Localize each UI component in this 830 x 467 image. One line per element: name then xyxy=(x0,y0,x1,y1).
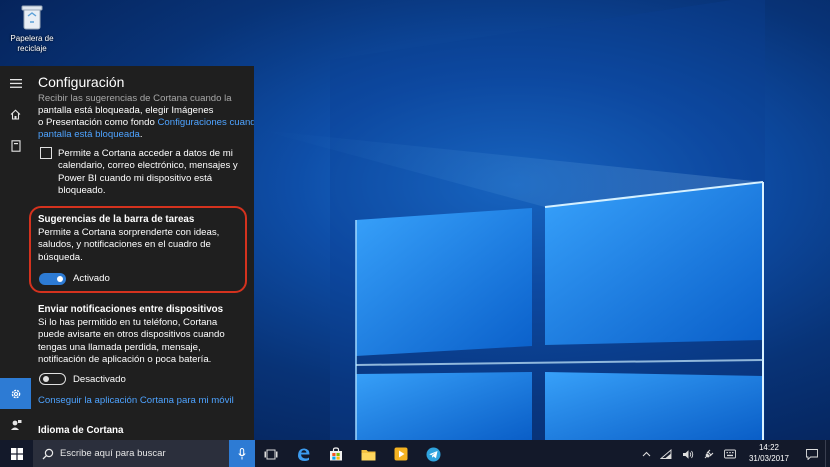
feedback-person-icon xyxy=(10,419,21,430)
notification-icon xyxy=(806,448,818,460)
settings-button[interactable] xyxy=(0,378,31,409)
windows-start-icon xyxy=(10,447,23,460)
cross-device-line-4: notificación de aplicación o poca baterí… xyxy=(38,354,212,366)
speaker-icon xyxy=(683,449,694,459)
media-player-icon xyxy=(394,447,408,461)
cross-device-line-2: puede avisarte en otros dispositivos cua… xyxy=(38,329,225,341)
calendar-access-line-2: calendario, correo electrónico, mensajes… xyxy=(58,160,238,172)
recycle-bin[interactable]: Papelera de reciclaje xyxy=(8,4,56,54)
calendar-access-line-1: Permite a Cortana acceder a datos de mi xyxy=(58,148,233,159)
lockscreen-settings-link-2[interactable]: pantalla está bloqueada xyxy=(38,129,140,140)
microphone-button[interactable] xyxy=(229,440,255,467)
cross-device-toggle[interactable] xyxy=(39,373,66,385)
lockscreen-text-2: pantalla está bloqueada, elegir Imágenes xyxy=(38,105,214,116)
page-title: Configuración xyxy=(38,74,125,90)
store-bag-icon xyxy=(330,447,342,461)
calendar-access-label: Permite a Cortana acceder a datos de mi … xyxy=(58,148,253,198)
hamburger-menu-button[interactable] xyxy=(0,68,31,99)
calendar-access-line-3: Power BI cuando mi dispositivo está xyxy=(58,172,213,184)
search-placeholder: Escribe aquí para buscar xyxy=(60,448,166,459)
action-center-button[interactable] xyxy=(806,448,818,460)
notebook-icon xyxy=(10,139,21,152)
cross-device-toggle-state: Desactivado xyxy=(73,374,126,385)
cross-device-heading: Enviar notificaciones entre dispositivos xyxy=(38,304,224,315)
task-view-icon xyxy=(264,449,278,459)
microphone-icon xyxy=(238,447,246,459)
volume-button[interactable] xyxy=(682,448,694,460)
calendar-access-checkbox[interactable] xyxy=(40,147,52,159)
home-button[interactable] xyxy=(0,99,31,130)
store-button[interactable] xyxy=(327,445,345,463)
wifi-icon xyxy=(660,449,672,459)
input-indicator-button[interactable] xyxy=(724,448,736,460)
lockscreen-link-period: . xyxy=(139,129,143,140)
recycle-bin-icon xyxy=(21,4,43,30)
start-button[interactable] xyxy=(0,440,33,467)
telegram-button[interactable] xyxy=(424,445,442,463)
lockscreen-link-row-2: pantalla está bloqueada. xyxy=(38,129,143,141)
show-desktop-button[interactable] xyxy=(825,440,830,467)
cortana-nav-rail xyxy=(0,66,31,440)
telegram-icon xyxy=(426,447,440,461)
recycle-bin-label: Papelera de reciclaje xyxy=(10,34,54,53)
chevron-up-icon xyxy=(642,451,650,457)
notebook-button[interactable] xyxy=(0,130,31,161)
show-hidden-icons-button[interactable] xyxy=(640,448,652,460)
lockscreen-text-1: Recibir las sugerencias de Cortana cuand… xyxy=(38,93,232,104)
task-view-button[interactable] xyxy=(262,445,280,463)
clock-time: 14:22 xyxy=(758,443,780,452)
wifi-button[interactable] xyxy=(660,448,672,460)
home-icon xyxy=(10,109,21,120)
clock-date: 31/03/2017 xyxy=(748,453,790,463)
hamburger-icon xyxy=(9,79,22,88)
cross-device-line-3: tengas una llamada perdida, mensaje, xyxy=(38,341,201,353)
feedback-button[interactable] xyxy=(0,409,31,440)
highlight-annotation xyxy=(29,206,247,293)
lockscreen-settings-link[interactable]: Configuraciones cuando la xyxy=(157,117,254,128)
cross-device-description: Si lo has permitido en tu teléfono, Cort… xyxy=(38,317,250,367)
edge-icon xyxy=(297,448,309,461)
media-player-button[interactable] xyxy=(392,445,410,463)
toggle-knob xyxy=(43,376,49,382)
gear-icon xyxy=(11,389,20,398)
taskbar-clock[interactable]: 14:22 31/03/2017 xyxy=(738,443,800,464)
edge-browser-button[interactable] xyxy=(294,445,312,463)
cortana-language-heading: Idioma de Cortana xyxy=(38,425,124,436)
keyboard-icon xyxy=(724,449,736,459)
cross-device-line-1: Si lo has permitido en tu teléfono, Cort… xyxy=(38,317,218,328)
lockscreen-text-3-row: o Presentación como fondo Configuracione… xyxy=(38,117,254,129)
file-explorer-button[interactable] xyxy=(359,445,377,463)
search-icon xyxy=(42,448,54,459)
lockscreen-text-3: o Presentación como fondo xyxy=(38,117,155,128)
get-cortana-mobile-link[interactable]: Conseguir la aplicación Cortana para mi … xyxy=(38,395,234,407)
taskbar-search-box[interactable]: Escribe aquí para buscar xyxy=(33,440,255,467)
taskbar: Escribe aquí para buscar 14:22 31/03/201… xyxy=(0,440,830,467)
power-button[interactable] xyxy=(703,448,715,460)
folder-icon xyxy=(361,449,375,460)
cortana-settings-panel: Configuración Recibir las sugerencias de… xyxy=(0,66,254,440)
power-plug-icon xyxy=(704,449,714,459)
calendar-access-line-4: bloqueado. xyxy=(58,185,106,197)
